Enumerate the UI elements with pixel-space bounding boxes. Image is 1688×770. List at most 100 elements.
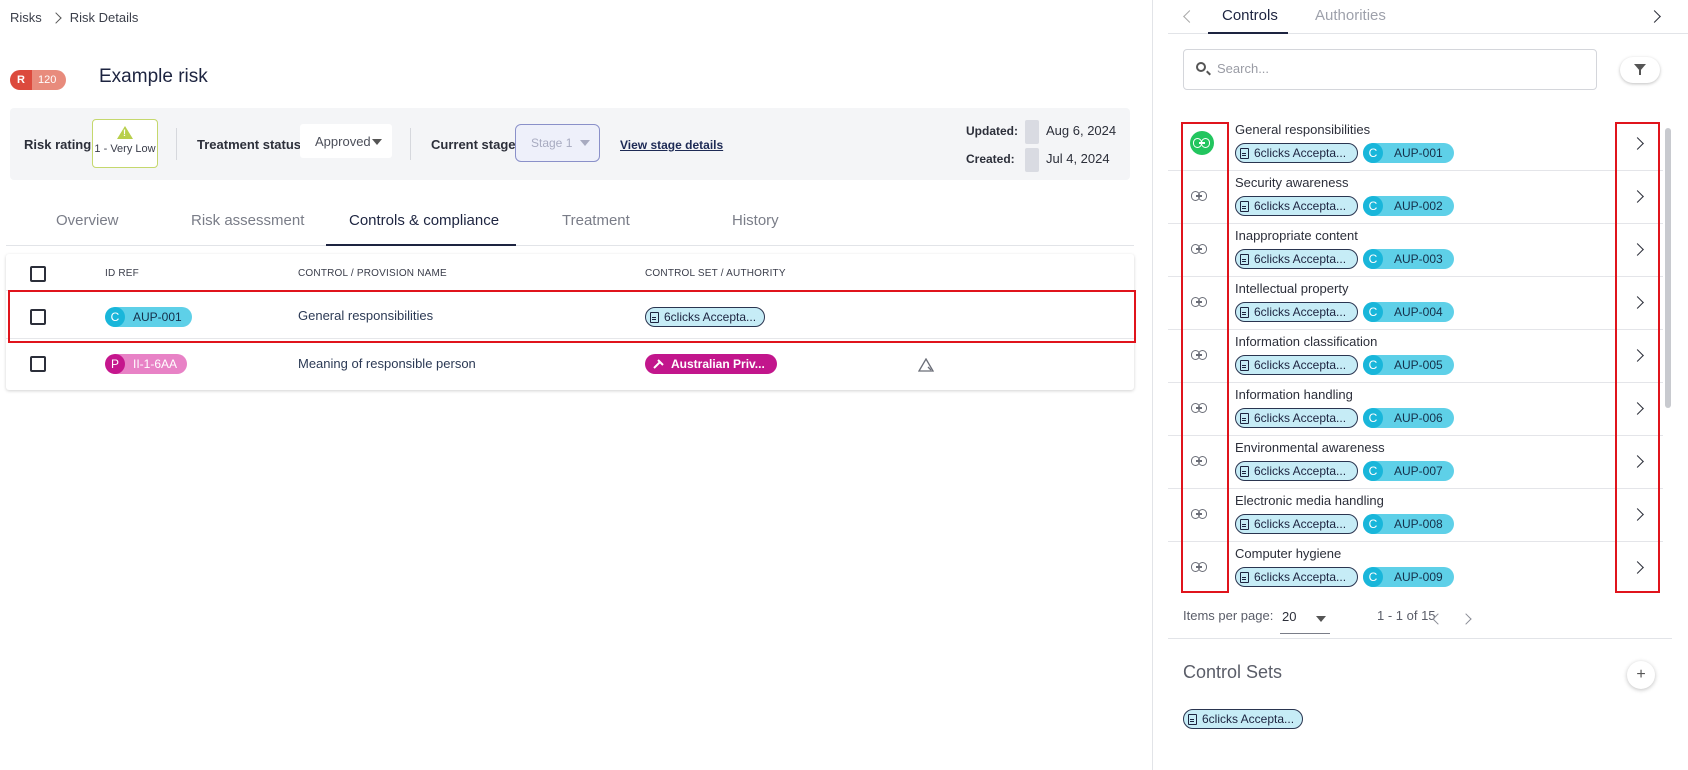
- risk-rating-label: Risk rating:: [24, 137, 96, 152]
- tab-treatment[interactable]: Treatment: [562, 212, 630, 229]
- id-ref-value: AUP-004: [1394, 305, 1443, 319]
- control-name: General responsibilities: [1235, 122, 1371, 137]
- control-name: Electronic media handling: [1235, 493, 1384, 508]
- breadcrumb-risks[interactable]: Risks: [10, 10, 42, 25]
- divider: [176, 128, 177, 160]
- control-set-chip[interactable]: 6clicks Accepta...: [1235, 143, 1358, 163]
- control-set-chip[interactable]: 6clicks Accepta...: [1235, 461, 1358, 481]
- control-set-chip[interactable]: 6clicks Accepta...: [1183, 709, 1304, 729]
- authority-label: Australian Priv...: [671, 357, 765, 371]
- breadcrumb-risk-details: Risk Details: [69, 10, 139, 25]
- document-icon: [1240, 253, 1249, 265]
- id-ref-value: II-1-6AA: [133, 357, 178, 371]
- list-item[interactable]: General responsibilities 6clicks Accepta…: [1168, 118, 1663, 171]
- control-set-label: 6clicks Accepta...: [1254, 146, 1347, 160]
- id-ref-value: AUP-009: [1394, 570, 1443, 584]
- id-ref-chip[interactable]: C AUP-009: [1363, 567, 1454, 587]
- control-set-label: 6clicks Accepta...: [1254, 358, 1347, 372]
- list-item[interactable]: Security awareness 6clicks Accepta... CA…: [1168, 171, 1663, 224]
- id-prefix: C: [1363, 514, 1383, 534]
- control-set-label: 6clicks Accepta...: [1254, 517, 1347, 531]
- highlight-selected-row: [8, 290, 1136, 343]
- control-set-chip[interactable]: 6clicks Accepta...: [1235, 196, 1358, 216]
- panel-tabs: Controls Authorities: [1168, 0, 1688, 34]
- list-item[interactable]: Inappropriate content 6clicks Accepta...…: [1168, 224, 1663, 277]
- items-per-page-select[interactable]: 20: [1280, 606, 1330, 634]
- id-ref-chip[interactable]: C AUP-001: [1363, 143, 1454, 163]
- risk-badge-score: 120: [32, 70, 67, 90]
- id-ref-chip[interactable]: C AUP-007: [1363, 461, 1454, 481]
- divider: [410, 128, 411, 160]
- document-icon: [1240, 306, 1249, 318]
- add-control-set-button[interactable]: +: [1627, 661, 1655, 689]
- tab-history[interactable]: History: [732, 212, 779, 229]
- list-item[interactable]: Electronic media handling 6clicks Accept…: [1168, 489, 1663, 542]
- view-stage-details-link[interactable]: View stage details: [620, 138, 723, 152]
- current-stage-select[interactable]: Stage 1: [515, 124, 600, 162]
- list-item[interactable]: Environmental awareness 6clicks Accepta.…: [1168, 436, 1663, 489]
- list-item[interactable]: Information handling 6clicks Accepta... …: [1168, 383, 1663, 436]
- caret-down-icon: [372, 139, 382, 145]
- list-item[interactable]: Information classification 6clicks Accep…: [1168, 330, 1663, 383]
- tab-authorities[interactable]: Authorities: [1315, 7, 1386, 24]
- control-set-chip[interactable]: 6clicks Accepta...: [1235, 514, 1358, 534]
- search-field[interactable]: [1183, 49, 1597, 90]
- updated-label: Updated:: [966, 124, 1018, 138]
- id-prefix: C: [1363, 355, 1383, 375]
- id-ref-chip[interactable]: C AUP-003: [1363, 249, 1454, 269]
- column-header-control-set[interactable]: CONTROL SET / AUTHORITY: [645, 268, 786, 279]
- column-header-control-name[interactable]: CONTROL / PROVISION NAME: [298, 268, 447, 279]
- updated-by-avatar: [1025, 120, 1039, 144]
- search-icon: [1196, 62, 1206, 72]
- highlight-chevron-column: [1615, 122, 1660, 593]
- column-header-id-ref[interactable]: ID REF: [105, 268, 139, 279]
- id-ref-value: AUP-007: [1394, 464, 1443, 478]
- control-set-chip[interactable]: 6clicks Accepta...: [1235, 302, 1358, 322]
- panel-divider: [1152, 0, 1153, 770]
- tab-risk-assessment[interactable]: Risk assessment: [191, 212, 304, 229]
- id-ref-chip[interactable]: C AUP-006: [1363, 408, 1454, 428]
- current-stage-value: Stage 1: [531, 136, 573, 150]
- risk-rating-value: 1 - Very Low: [94, 143, 156, 155]
- risk-rating-box[interactable]: 1 - Very Low: [92, 119, 158, 168]
- treatment-status-label: Treatment status:: [197, 137, 306, 152]
- treatment-status-select[interactable]: Approved: [300, 124, 392, 158]
- scrollbar[interactable]: [1665, 128, 1671, 408]
- risk-badge: R 120: [10, 70, 67, 90]
- control-set-chip[interactable]: 6clicks Accepta...: [1235, 355, 1358, 375]
- list-item[interactable]: Computer hygiene 6clicks Accepta... C AUP…: [1168, 542, 1663, 594]
- document-icon: [1240, 147, 1249, 159]
- divider: [1168, 638, 1672, 639]
- tab-controls-compliance[interactable]: Controls & compliance: [349, 212, 499, 229]
- id-ref-chip[interactable]: C AUP-008: [1363, 514, 1454, 534]
- id-ref-chip[interactable]: P II-1-6AA: [105, 354, 188, 374]
- document-icon: [1240, 359, 1249, 371]
- tab-controls[interactable]: Controls: [1222, 7, 1278, 24]
- active-tab-indicator: [1208, 32, 1288, 34]
- chevron-left-icon[interactable]: [1183, 10, 1196, 23]
- id-ref-chip[interactable]: C AUP-002: [1363, 196, 1454, 216]
- list-item[interactable]: Intellectual property 6clicks Accepta...…: [1168, 277, 1663, 330]
- control-set-chip[interactable]: 6clicks Accepta...: [1235, 408, 1358, 428]
- id-ref-value: AUP-002: [1394, 199, 1443, 213]
- control-name[interactable]: Meaning of responsible person: [298, 356, 476, 371]
- control-set-label: 6clicks Accepta...: [1254, 411, 1347, 425]
- search-input[interactable]: [1217, 61, 1577, 76]
- id-ref-chip[interactable]: C AUP-005: [1363, 355, 1454, 375]
- select-all-checkbox[interactable]: [30, 266, 46, 282]
- page-range: 1 - 1 of 15: [1377, 608, 1436, 623]
- chevron-right-icon[interactable]: [1648, 10, 1661, 23]
- authority-chip[interactable]: Australian Priv...: [645, 354, 777, 374]
- control-set-chip[interactable]: 6clicks Accepta...: [1235, 567, 1358, 587]
- caret-down-icon: [1316, 616, 1326, 622]
- row-checkbox[interactable]: [30, 356, 46, 372]
- warning-outline-icon[interactable]: [918, 358, 934, 372]
- id-ref-value: AUP-005: [1394, 358, 1443, 372]
- tab-overview[interactable]: Overview: [56, 212, 119, 229]
- filter-button[interactable]: [1620, 57, 1660, 83]
- document-icon: [1188, 713, 1197, 725]
- next-page-icon[interactable]: [1460, 613, 1472, 625]
- id-prefix: C: [1363, 143, 1383, 163]
- id-ref-chip[interactable]: C AUP-004: [1363, 302, 1454, 322]
- control-set-chip[interactable]: 6clicks Accepta...: [1235, 249, 1358, 269]
